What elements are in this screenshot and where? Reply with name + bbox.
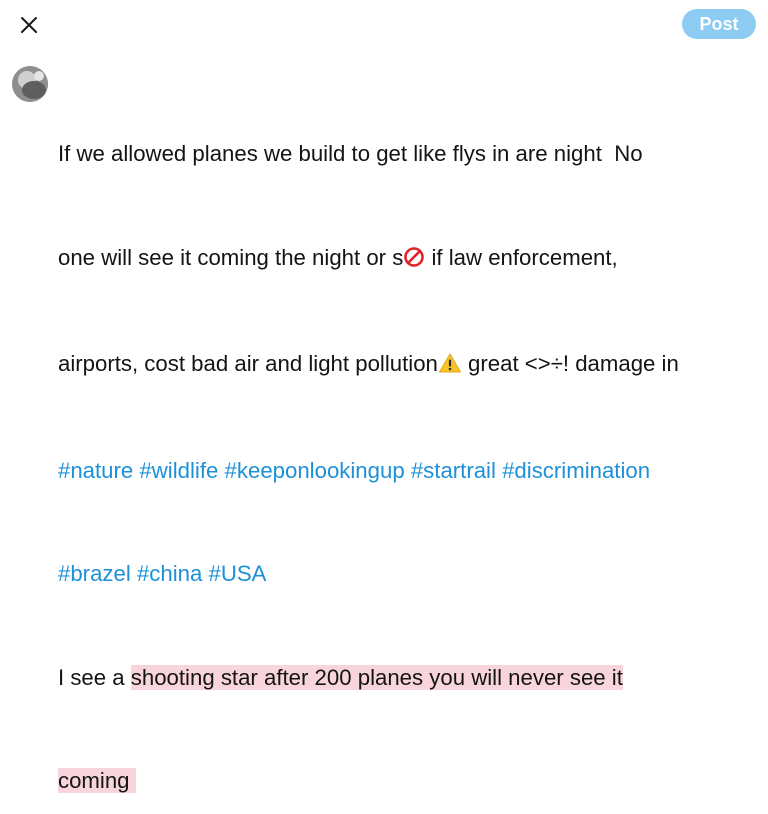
highlighted-text: shooting star after 200 planes you will … (130, 664, 623, 690)
warning-icon (438, 350, 462, 385)
close-button[interactable] (14, 10, 44, 40)
prohibited-icon (403, 244, 425, 279)
text-line: coming (58, 764, 762, 799)
post-button[interactable]: Post (682, 9, 756, 39)
hashtag-link[interactable]: #discrimination (502, 458, 650, 483)
text-line: one will see it coming the night or s if… (58, 241, 762, 279)
highlighted-text: coming (58, 768, 136, 793)
hashtag-link[interactable]: #USA (209, 561, 267, 586)
tweet-text-area[interactable]: If we allowed planes we build to get lik… (58, 68, 762, 814)
avatar[interactable] (12, 66, 48, 102)
text-line: I see a shooting star after 200 planes y… (58, 664, 623, 690)
hashtag-link[interactable]: #nature (58, 458, 133, 483)
hashtag-link[interactable]: #startrail (411, 458, 496, 483)
text-line: If we allowed planes we build to get lik… (58, 141, 643, 166)
hashtag-link[interactable]: #china (137, 561, 202, 586)
avatar-image (12, 66, 48, 102)
hashtag-link[interactable]: #wildlife (139, 458, 218, 483)
hashtag-line: #nature #wildlife #keeponlookingup #star… (58, 454, 762, 489)
hashtag-link[interactable]: #brazel (58, 561, 131, 586)
hashtag-link[interactable]: #keeponlookingup (225, 458, 405, 483)
hashtag-line: #brazel #china #USA (58, 557, 762, 592)
text-line: airports, cost bad air and light polluti… (58, 347, 762, 385)
close-icon (21, 17, 37, 33)
